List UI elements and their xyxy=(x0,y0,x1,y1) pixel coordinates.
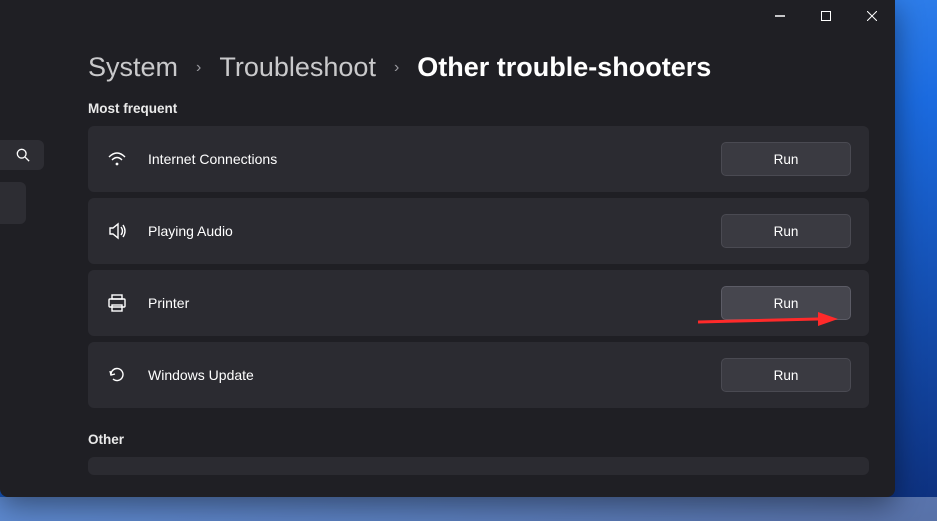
window-maximize-button[interactable] xyxy=(803,0,849,32)
wifi-icon xyxy=(106,150,128,168)
run-button-windows-update[interactable]: Run xyxy=(721,358,851,392)
troubleshooter-row-internet[interactable]: Internet Connections Run xyxy=(88,126,869,192)
printer-icon xyxy=(106,294,128,312)
speaker-icon xyxy=(106,222,128,240)
row-label: Printer xyxy=(148,295,189,311)
search-stub[interactable] xyxy=(0,140,44,170)
minimize-icon xyxy=(775,11,785,21)
desktop-background: System › Troubleshoot › Other trouble-sh… xyxy=(0,0,937,521)
sidebar-collapsed xyxy=(0,140,44,236)
nav-stub[interactable] xyxy=(0,182,26,224)
run-button-printer[interactable]: Run xyxy=(721,286,851,320)
content-area: System › Troubleshoot › Other trouble-sh… xyxy=(88,52,869,487)
window-minimize-button[interactable] xyxy=(757,0,803,32)
close-icon xyxy=(867,11,877,21)
run-button-audio[interactable]: Run xyxy=(721,214,851,248)
troubleshooter-row-windows-update[interactable]: Windows Update Run xyxy=(88,342,869,408)
maximize-icon xyxy=(821,11,831,21)
troubleshooter-row-audio[interactable]: Playing Audio Run xyxy=(88,198,869,264)
titlebar xyxy=(0,0,895,32)
chevron-right-icon: › xyxy=(394,59,399,77)
section-other: Other xyxy=(88,432,869,447)
breadcrumb-system[interactable]: System xyxy=(88,52,178,83)
settings-window: System › Troubleshoot › Other trouble-sh… xyxy=(0,0,895,497)
row-label: Internet Connections xyxy=(148,151,277,167)
page-title: Other trouble-shooters xyxy=(417,52,711,83)
run-button-internet[interactable]: Run xyxy=(721,142,851,176)
row-label: Windows Update xyxy=(148,367,254,383)
refresh-icon xyxy=(106,366,128,384)
section-most-frequent: Most frequent xyxy=(88,101,869,116)
breadcrumb: System › Troubleshoot › Other trouble-sh… xyxy=(88,52,869,83)
breadcrumb-troubleshoot[interactable]: Troubleshoot xyxy=(219,52,376,83)
search-icon xyxy=(16,148,30,162)
troubleshooter-row-printer[interactable]: Printer Run xyxy=(88,270,869,336)
row-label: Playing Audio xyxy=(148,223,233,239)
troubleshooter-row-partial[interactable] xyxy=(88,457,869,475)
chevron-right-icon: › xyxy=(196,59,201,77)
window-close-button[interactable] xyxy=(849,0,895,32)
taskbar xyxy=(0,497,937,521)
